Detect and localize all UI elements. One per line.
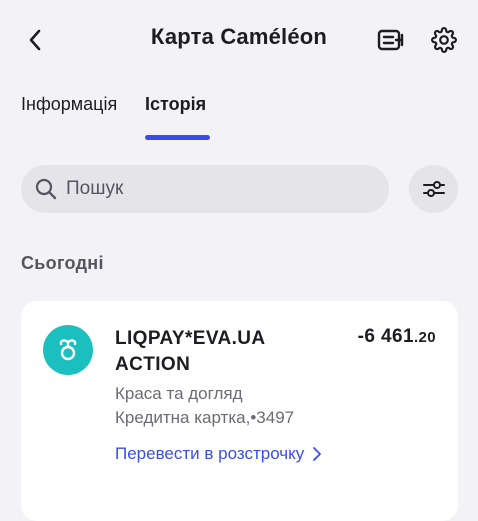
cosmetics-icon — [59, 339, 77, 361]
filter-button[interactable] — [409, 165, 458, 213]
transaction-card-info: Кредитна картка,•3497 — [115, 408, 295, 427]
gear-icon — [431, 27, 457, 53]
sliders-icon — [422, 181, 445, 197]
merchant-name-line-1: LIQPAY*EVA.UA — [115, 328, 266, 349]
search-bar[interactable] — [21, 165, 389, 213]
tab-history[interactable]: Історія — [145, 94, 206, 115]
search-icon — [35, 178, 57, 200]
transaction-amount: -6 461.20 — [358, 326, 436, 348]
card-details-button[interactable] — [376, 27, 406, 53]
merchant-name: LIQPAY*EVA.UA ACTION — [115, 326, 266, 378]
convert-to-installment-label: Перевести в розстрочку — [115, 444, 305, 463]
card-details-icon — [377, 29, 404, 51]
merchant-name-line-2: ACTION — [115, 354, 191, 375]
merchant-logo — [43, 325, 93, 375]
convert-to-installment-link[interactable]: Перевести в розстрочку — [115, 444, 324, 464]
search-input[interactable] — [66, 165, 366, 213]
chevron-right-icon — [313, 447, 322, 461]
amount-cents: .20 — [413, 329, 436, 346]
tab-information[interactable]: Інформація — [21, 94, 117, 115]
transaction-card[interactable]: LIQPAY*EVA.UA ACTION -6 461.20 Краса та … — [21, 301, 458, 521]
page-title: Карта Caméléon — [150, 24, 328, 49]
amount-main: -6 461 — [357, 326, 414, 347]
active-tab-indicator — [145, 135, 210, 140]
transaction-category: Краса та догляд — [115, 384, 243, 403]
section-date-label: Сьогодні — [21, 253, 104, 273]
settings-button[interactable] — [430, 26, 458, 54]
